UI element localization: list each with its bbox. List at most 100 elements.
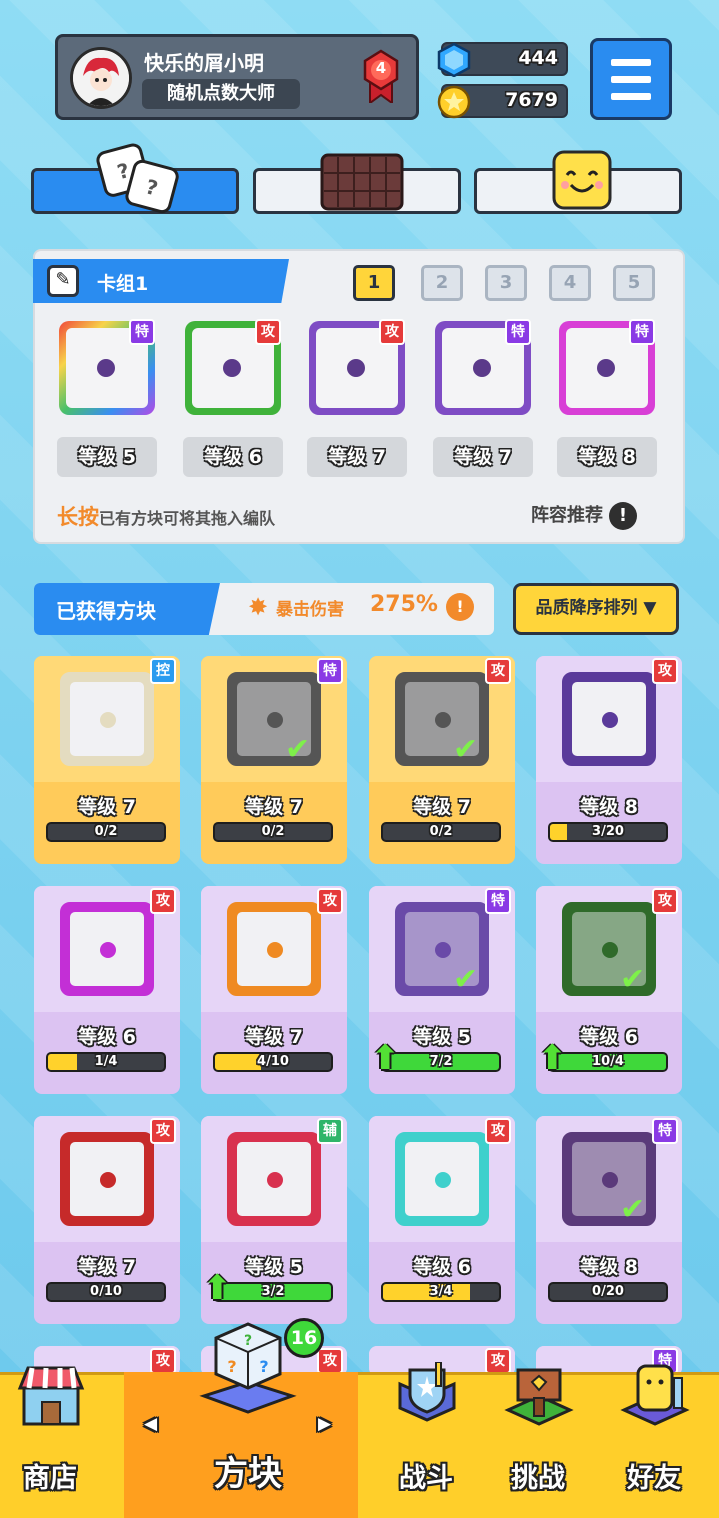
nav-challenge[interactable]: 挑战 <box>504 1362 574 1494</box>
deck-title: 卡组1 <box>97 273 149 295</box>
upgrade-progress: 0/2 <box>381 822 501 842</box>
owned-die-card[interactable]: 攻 ✔ 等级 6 10/4 ⬆ <box>536 886 682 1094</box>
deck-page-2[interactable]: 2 <box>421 265 463 301</box>
type-badge: 特 <box>505 319 531 345</box>
rank-ribbon-icon[interactable]: 4 <box>362 49 400 105</box>
upgrade-progress: 4/10 <box>213 1052 333 1072</box>
progress-text: 0/10 <box>90 1284 122 1299</box>
exclamation-icon: ! <box>609 502 637 530</box>
card-level: 等级 8 <box>580 1256 638 1278</box>
card-level: 等级 7 <box>78 1256 136 1278</box>
deck-slot-level: 等级 6 <box>183 437 283 477</box>
type-badge: 攻 <box>150 1118 176 1144</box>
in-deck-check-icon: ✔ <box>620 962 646 997</box>
nav-prev-arrow-icon[interactable]: ◀ <box>144 1414 157 1434</box>
progress-text: 0/20 <box>592 1284 624 1299</box>
sort-label: 品质降序排列 <box>535 598 638 618</box>
upgrade-arrow-icon[interactable]: ⬆ <box>371 1038 400 1078</box>
owned-die-card[interactable]: 控等级 7 0/2 <box>34 656 180 864</box>
edit-pencil-icon[interactable]: ✎ <box>47 265 79 297</box>
deck-slot-die[interactable]: 攻 <box>309 319 405 415</box>
lineup-recommend-button[interactable]: 阵容推荐! <box>531 501 637 530</box>
upgrade-progress: 1/4 <box>46 1052 166 1072</box>
die-face <box>395 1132 489 1226</box>
type-badge: 攻 <box>317 1348 343 1374</box>
progress-text: 3/2 <box>261 1284 285 1299</box>
crit-info-icon[interactable]: ! <box>446 593 474 621</box>
card-level: 等级 7 <box>245 796 303 818</box>
tab-boards[interactable] <box>253 153 461 214</box>
owned-title: 已获得方块 <box>56 599 156 623</box>
upgrade-progress: 3/20 <box>548 822 668 842</box>
progress-text: 1/4 <box>94 1054 118 1069</box>
player-title: 随机点数大师 <box>142 79 300 109</box>
gems-value: 444 <box>518 47 558 69</box>
die-face <box>60 1132 154 1226</box>
shop-icon <box>17 1366 85 1426</box>
friend-character-icon <box>620 1364 690 1426</box>
gems-counter[interactable]: 444 <box>437 42 568 77</box>
owned-die-card[interactable]: 攻等级 7 0/10 <box>34 1116 180 1324</box>
deck-slot-die[interactable]: 特 <box>435 319 531 415</box>
owned-die-card[interactable]: 攻等级 7 4/10 <box>201 886 347 1094</box>
deck-slot-die[interactable]: 特 <box>59 319 155 415</box>
owned-die-card[interactable]: 特 ✔ 等级 7 0/2 <box>201 656 347 864</box>
in-deck-check-icon: ✔ <box>620 1192 646 1227</box>
nav-blocks[interactable]: ??? 16 ◀ ▶ 方块 <box>144 1318 331 1494</box>
owned-die-card[interactable]: 攻等级 6 1/4 <box>34 886 180 1094</box>
progress-text: 3/20 <box>592 824 624 839</box>
card-level: 等级 7 <box>78 796 136 818</box>
owned-die-card[interactable]: 攻 ✔ 等级 7 0/2 <box>369 656 515 864</box>
nav-shop-label: 商店 <box>23 1463 77 1494</box>
die-face <box>562 672 656 766</box>
avatar[interactable] <box>70 47 132 109</box>
die-face <box>60 902 154 996</box>
progress-text: 3/4 <box>429 1284 453 1299</box>
crit-value: 275% <box>370 592 438 617</box>
deck-slot-die[interactable]: 特 <box>559 319 655 415</box>
owned-die-card[interactable]: 特 ✔ 等级 8 0/20 <box>536 1116 682 1324</box>
tab-dice[interactable]: ? ? <box>31 143 239 214</box>
nav-shop[interactable]: 商店 <box>16 1362 86 1494</box>
type-badge: 攻 <box>317 888 343 914</box>
card-level: 等级 6 <box>78 1026 136 1048</box>
menu-button[interactable] <box>590 38 672 120</box>
nav-next-arrow-icon[interactable]: ▶ <box>318 1414 331 1434</box>
deck-page-3[interactable]: 3 <box>485 265 527 301</box>
hint-text: 已有方块可将其拖入编队 <box>99 509 276 528</box>
deck-slot-die[interactable]: 攻 <box>185 319 281 415</box>
owned-die-card[interactable]: 攻等级 6 3/4 <box>369 1116 515 1324</box>
deck-panel: ✎ 卡组1 1 2 3 4 5 特等级 5 攻等级 6 攻等级 7 特等级 7 特等级 … <box>33 249 685 544</box>
deck-page-5[interactable]: 5 <box>613 265 655 301</box>
sort-dropdown[interactable]: 品质降序排列 ▼ <box>513 583 679 635</box>
upgrade-arrow-icon[interactable]: ⬆ <box>538 1038 567 1078</box>
drag-hint: 长按已有方块可将其拖入编队 <box>57 501 275 531</box>
nav-challenge-label: 挑战 <box>511 1463 565 1494</box>
type-badge: 辅 <box>317 1118 343 1144</box>
type-badge: 特 <box>485 888 511 914</box>
owned-die-card[interactable]: 辅等级 5 3/2 ⬆ <box>201 1116 347 1324</box>
owned-header: 已获得方块 ✸ 暴击伤害 275% ! <box>34 583 494 635</box>
upgrade-progress: 0/10 <box>46 1282 166 1302</box>
dice-icon: ? ? <box>96 143 179 214</box>
deck-slot-level: 等级 7 <box>307 437 407 477</box>
type-badge: 特 <box>317 658 343 684</box>
tab-emotes[interactable] <box>474 150 682 214</box>
upgrade-progress: 0/20 <box>548 1282 668 1302</box>
upgrade-arrow-icon[interactable]: ⬆ <box>203 1268 232 1308</box>
card-level: 等级 6 <box>413 1256 471 1278</box>
progress-text: 7/2 <box>429 1054 453 1069</box>
type-badge: 攻 <box>150 888 176 914</box>
nav-battle[interactable]: 战斗 <box>392 1361 462 1494</box>
coins-counter[interactable]: 7679 <box>437 84 568 119</box>
profile-panel[interactable]: 快乐的屑小明 随机点数大师 4 <box>55 34 419 120</box>
blocks-badge: 16 <box>284 1318 324 1358</box>
deck-page-1[interactable]: 1 <box>353 265 395 301</box>
nav-friends[interactable]: 好友 <box>620 1362 690 1494</box>
owned-die-card[interactable]: 特 ✔ 等级 5 7/2 ⬆ <box>369 886 515 1094</box>
deck-page-4[interactable]: 4 <box>549 265 591 301</box>
upgrade-progress: 3/4 <box>381 1282 501 1302</box>
gem-icon <box>437 43 471 77</box>
owned-die-card[interactable]: 攻等级 8 3/20 <box>536 656 682 864</box>
progress-text: 0/2 <box>429 824 453 839</box>
